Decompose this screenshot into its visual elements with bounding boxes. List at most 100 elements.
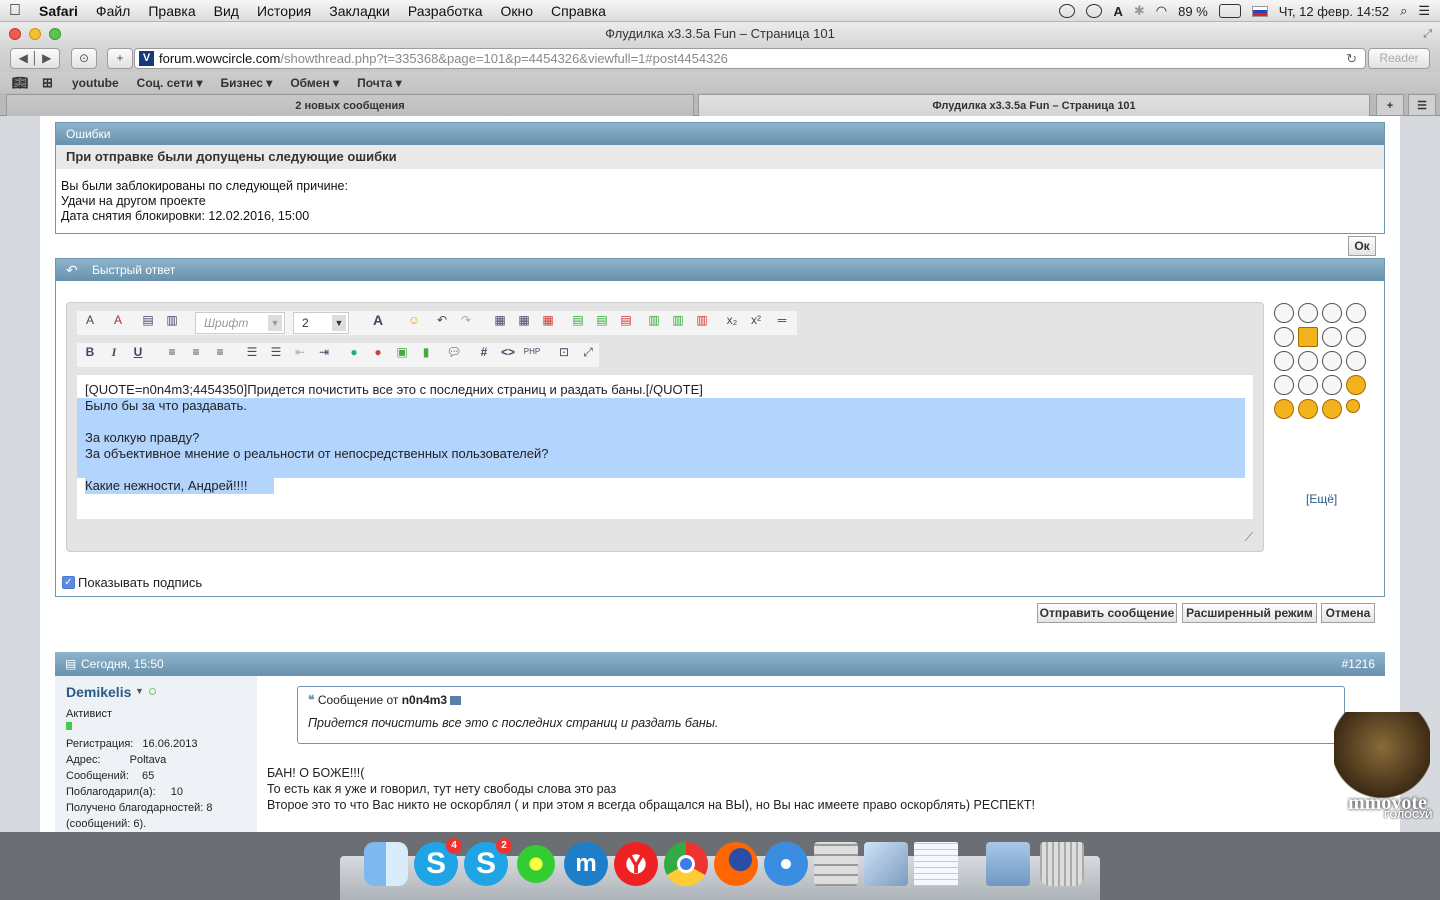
textedit-icon[interactable] — [914, 842, 958, 886]
bluetooth-icon[interactable]: ✱ — [1134, 3, 1145, 19]
bookmark-exchange[interactable]: Обмен ▾ — [290, 76, 339, 90]
firefox-icon[interactable] — [714, 842, 758, 886]
chrome-icon[interactable] — [664, 842, 708, 886]
italic-icon[interactable]: I — [105, 343, 123, 361]
skype-icon[interactable]: S 4 — [414, 838, 462, 886]
font-icon[interactable]: A — [1113, 4, 1122, 19]
icq-icon[interactable] — [514, 842, 558, 886]
new-tab-button[interactable]: + — [107, 48, 133, 69]
underline-icon[interactable]: U — [129, 343, 147, 361]
downloads-folder-icon[interactable] — [986, 842, 1030, 886]
show-signature-checkbox[interactable]: ✓ — [62, 576, 75, 589]
notification-icon[interactable]: ☰ — [1418, 3, 1430, 19]
ordered-list-icon[interactable]: ☰ — [243, 343, 261, 361]
clock-icon[interactable] — [1059, 4, 1076, 18]
tab-flood-page[interactable]: Флудилка x3.3.5a Fun – Страница 101 — [698, 94, 1370, 116]
horizontal-rule-icon[interactable]: ═ — [773, 311, 791, 329]
add-tab-button[interactable]: + — [1376, 94, 1404, 116]
smiley-icon[interactable] — [1346, 303, 1366, 323]
check-icon[interactable] — [1086, 4, 1103, 18]
bookmark-mail[interactable]: Почта ▾ — [357, 76, 402, 90]
resize-editor-icon[interactable]: ⤢ — [579, 343, 597, 361]
yandex-browser-icon[interactable]: Y — [614, 842, 658, 886]
bookmark-youtube[interactable]: youtube — [72, 76, 119, 90]
message-textarea[interactable]: [QUOTE=n0n4m3;4454350]Придется почистить… — [77, 375, 1253, 519]
row-insert-above-icon[interactable]: ▤ — [569, 311, 587, 329]
smiley-icon[interactable] — [1346, 375, 1366, 395]
smiley-icon[interactable] — [1322, 303, 1342, 323]
clear-format-icon[interactable]: A — [109, 311, 127, 329]
close-window-button[interactable] — [9, 28, 21, 40]
minimize-window-button[interactable] — [29, 28, 41, 40]
smiley-icon[interactable] — [1298, 351, 1318, 371]
unlink-icon[interactable]: ● — [369, 343, 387, 361]
align-left-icon[interactable]: ≡ — [163, 343, 181, 361]
view-post-icon[interactable] — [450, 696, 462, 706]
indent-icon[interactable]: ⇥ — [315, 343, 333, 361]
preview-icon[interactable] — [864, 842, 908, 886]
link-icon[interactable]: ● — [345, 343, 363, 361]
paste-icon[interactable]: ▤ — [139, 311, 157, 329]
code-hash-icon[interactable]: # — [475, 343, 493, 361]
smiley-icon[interactable] — [1274, 375, 1294, 395]
reload-icon[interactable]: ↻ — [1346, 49, 1357, 68]
font-select[interactable]: Шрифт ▼ — [195, 312, 285, 334]
finder-icon[interactable] — [364, 842, 408, 886]
menu-app-name[interactable]: Safari — [30, 3, 87, 19]
align-center-icon[interactable]: ≡ — [187, 343, 205, 361]
redo-icon[interactable]: ↷ — [457, 311, 475, 329]
bookmark-business[interactable]: Бизнес ▾ — [221, 76, 273, 90]
subscript-icon[interactable]: x₂ — [723, 311, 741, 329]
quote-author[interactable]: n0n4m3 — [402, 693, 447, 707]
image-icon[interactable]: ▣ — [393, 343, 411, 361]
menu-edit[interactable]: Правка — [139, 3, 204, 19]
table-delete-icon[interactable]: ▦ — [539, 311, 557, 329]
fullscreen-icon[interactable]: ⤢ — [1423, 22, 1432, 46]
column-insert-left-icon[interactable]: ▥ — [645, 311, 663, 329]
battery-icon[interactable] — [1218, 4, 1241, 18]
undo-icon[interactable]: ↶ — [433, 311, 451, 329]
table-icon[interactable]: ▦ — [491, 311, 509, 329]
wifi-icon[interactable]: ◠ — [1156, 3, 1167, 19]
mmovote-widget[interactable]: mmovote ГОЛОСУЙ — [1320, 712, 1440, 832]
html-code-icon[interactable]: <> — [499, 343, 517, 361]
top-sites-icon[interactable]: ⊞ — [42, 75, 53, 91]
reader-button[interactable]: Reader — [1368, 48, 1430, 69]
smiley-icon[interactable] — [1298, 399, 1318, 419]
table-props-icon[interactable]: ▦ — [515, 311, 533, 329]
quote-icon[interactable]: 💬︎ — [445, 343, 463, 361]
paste-text-icon[interactable]: ▥ — [163, 311, 181, 329]
reading-list-icon[interactable]: 📖︎ — [12, 75, 29, 91]
bookmark-social[interactable]: Соц. сети ▾ — [137, 76, 203, 90]
bold-icon[interactable]: B — [81, 343, 99, 361]
smiley-icon[interactable] — [1322, 399, 1342, 419]
unordered-list-icon[interactable]: ☰ — [267, 343, 285, 361]
address-bar[interactable]: V forum.wowcircle.com/showthread.php?t=3… — [134, 48, 1366, 69]
font-size-select[interactable]: 2 ▼ — [293, 312, 349, 334]
share-button[interactable]: ⊙ — [71, 48, 97, 69]
video-icon[interactable]: ▮ — [417, 343, 435, 361]
remove-format-icon[interactable]: A — [81, 311, 99, 329]
menu-view[interactable]: Вид — [205, 3, 248, 19]
column-delete-icon[interactable]: ▥ — [693, 311, 711, 329]
back-icon[interactable]: ◀ — [19, 51, 28, 65]
superscript-icon[interactable]: x² — [747, 311, 765, 329]
outdent-icon[interactable]: ⇤ — [291, 343, 309, 361]
smiley-icon[interactable] — [1274, 303, 1294, 323]
smiley-icon[interactable] — [1274, 399, 1294, 419]
post-author-name[interactable]: Demikelis — [66, 684, 131, 700]
smiley-icon[interactable] — [1322, 327, 1342, 347]
smiley-icon[interactable] — [1322, 375, 1342, 395]
menu-history[interactable]: История — [248, 3, 320, 19]
menu-file[interactable]: Файл — [87, 3, 139, 19]
calculator-icon[interactable] — [814, 842, 858, 886]
smiley-icon[interactable] — [1346, 351, 1366, 371]
back-forward-buttons[interactable]: ◀ │ ▶ — [10, 48, 60, 69]
submit-post-button[interactable]: Отправить сообщение — [1037, 603, 1177, 623]
tab-new-messages[interactable]: 2 новых сообщения — [6, 94, 694, 116]
post-number-link[interactable]: #1216 — [1342, 652, 1375, 676]
zoom-window-button[interactable] — [49, 28, 61, 40]
battery-text[interactable]: 89 % — [1178, 4, 1208, 19]
trash-icon[interactable] — [1040, 842, 1084, 886]
menu-help[interactable]: Справка — [542, 3, 615, 19]
